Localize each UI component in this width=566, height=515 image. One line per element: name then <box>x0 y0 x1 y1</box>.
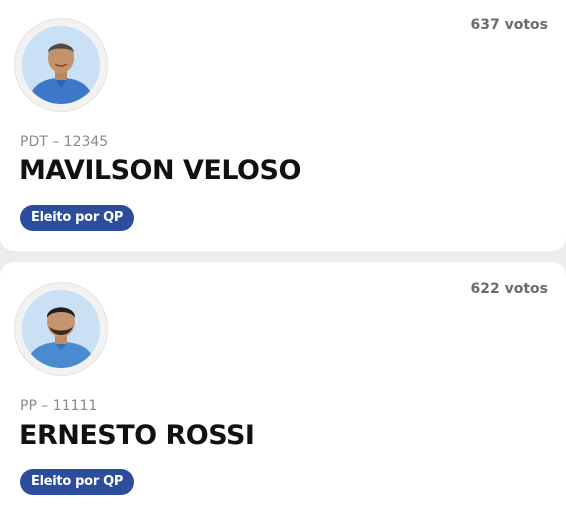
candidate-card[interactable]: 622 votos PP – 11111 ERNESTO ROSSI Eleit… <box>0 262 566 515</box>
candidate-name: ERNESTO ROSSI <box>19 420 255 451</box>
candidate-list: 637 votos PDT – 12345 MAVILSON VELOSO El… <box>0 0 566 515</box>
status-badge: Eleito por QP <box>20 205 135 231</box>
party-number: PDT – 12345 <box>20 134 109 150</box>
candidate-photo-icon <box>22 290 100 368</box>
candidate-photo-icon <box>22 26 100 104</box>
candidate-card[interactable]: 637 votos PDT – 12345 MAVILSON VELOSO El… <box>0 0 566 251</box>
candidate-name: MAVILSON VELOSO <box>19 155 301 186</box>
party-number: PP – 11111 <box>20 398 98 414</box>
vote-count: 622 votos <box>470 281 549 297</box>
avatar <box>15 283 107 375</box>
avatar <box>15 19 107 111</box>
vote-count: 637 votos <box>470 17 549 33</box>
status-badge: Eleito por QP <box>20 469 135 495</box>
